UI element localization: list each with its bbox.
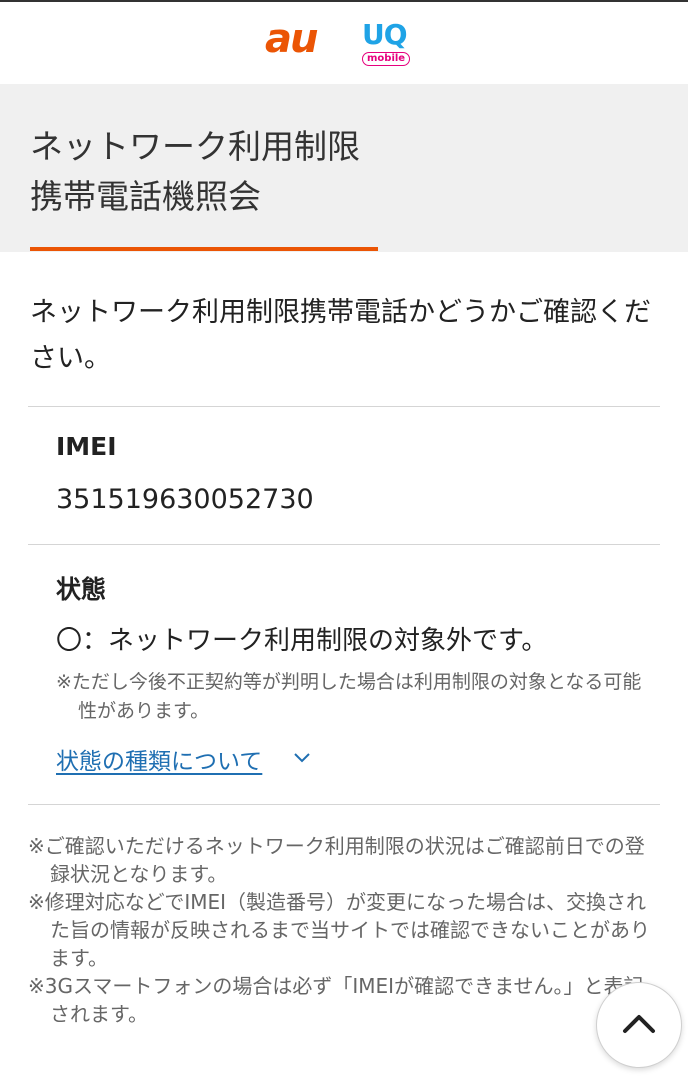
divider: [28, 406, 660, 407]
chevron-up-icon: [623, 1015, 655, 1033]
footnote-item: ※ご確認いただけるネットワーク利用制限の状況はご確認前日での登録状況となります。: [28, 834, 645, 886]
divider: [28, 544, 660, 545]
status-note: ※ただし今後不正契約等が判明した場合は利用制限の対象となる可能性があります。: [56, 671, 642, 722]
uq-mobile-logo[interactable]: UQ mobile: [358, 18, 414, 68]
imei-value: 351519630052730: [56, 484, 314, 515]
title-band: ネットワーク利用制限 携帯電話機照会: [0, 84, 688, 252]
uq-logo-text: UQ: [362, 18, 408, 51]
intro-text: ネットワーク利用制限携帯電話かどうかご確認ください。: [30, 297, 651, 374]
footnotes: ※ご確認いただけるネットワーク利用制限の状況はご確認前日での登録状況となります。…: [28, 832, 660, 1028]
title-accent-bar: [30, 247, 378, 251]
imei-label: IMEI: [56, 432, 117, 461]
page-title-line1: ネットワーク利用制限: [30, 127, 360, 166]
status-types-link[interactable]: 状態の種類について: [56, 742, 262, 776]
au-logo[interactable]: au: [265, 16, 318, 62]
footnote-item: ※修理対応などでIMEI（製造番号）が変更になった場合は、交換された旨の情報が反…: [28, 890, 650, 970]
page-title-line2: 携帯電話機照会: [30, 177, 261, 216]
footnote-item: ※3Gスマートフォンの場合は必ず「IMEIが確認できません。」と表記されます。: [28, 974, 644, 1026]
divider: [28, 804, 660, 805]
status-result: 〇：ネットワーク利用制限の対象外です。: [56, 626, 548, 656]
status-label: 状態: [56, 575, 107, 604]
back-to-top-button[interactable]: [596, 982, 682, 1068]
page-title: ネットワーク利用制限 携帯電話機照会: [30, 122, 360, 222]
site-header: au UQ mobile: [0, 2, 688, 84]
uq-logo-sub: mobile: [362, 52, 411, 66]
chevron-down-icon[interactable]: [292, 748, 312, 768]
